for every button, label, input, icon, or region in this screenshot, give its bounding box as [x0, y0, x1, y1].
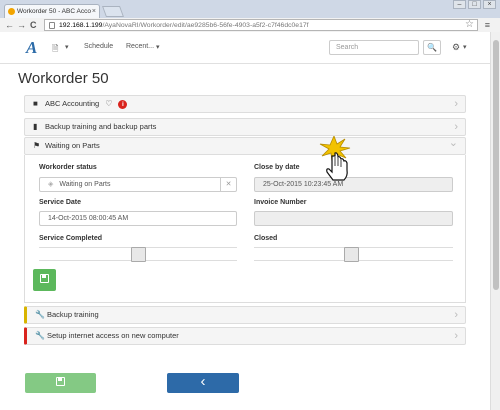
save-disk-icon [56, 377, 65, 386]
forward-arrow-icon[interactable]: → [17, 20, 26, 30]
app-logo[interactable]: A [26, 38, 37, 58]
page-content: A 🗎 ▾ Schedule Recent... ▾ Search 🔍 ⚙ ▾ … [0, 32, 490, 410]
nav-schedule[interactable]: Schedule [84, 43, 113, 50]
panel-summary[interactable]: ▮ Backup training and backup parts › [24, 118, 466, 136]
back-button[interactable]: ‹ [167, 373, 239, 393]
client-label: ABC Accounting [45, 99, 100, 108]
scrollbar-thumb[interactable] [493, 40, 499, 290]
closed-label: Closed [254, 235, 278, 242]
status-panel-body: Workorder status ◈ Waiting on Parts ✕ Clo… [24, 155, 466, 303]
service-date-label: Service Date [39, 199, 82, 206]
save-disk-icon [40, 274, 49, 283]
status-label: Waiting on Parts [45, 141, 100, 150]
back-arrow-icon[interactable]: ← [5, 20, 14, 30]
workorder-status-select[interactable]: ◈ Waiting on Parts ✕ [39, 177, 237, 192]
settings-caret-icon[interactable]: ▾ [463, 43, 467, 51]
new-menu-caret-icon[interactable]: ▾ [65, 43, 69, 51]
invoice-number-label: Invoice Number [254, 199, 307, 206]
handshake-icon: ♡ [105, 99, 113, 108]
chevron-down-icon[interactable]: ⌄ [449, 135, 458, 151]
new-tab-button[interactable] [101, 6, 125, 17]
clear-status-icon[interactable]: ✕ [220, 178, 236, 191]
wrench-icon: 🔧 [35, 331, 45, 340]
page-scrollbar[interactable] [490, 32, 500, 410]
book-icon: ▮ [33, 122, 38, 131]
minimize-icon[interactable]: – [453, 0, 466, 9]
hand-cursor-icon [319, 136, 351, 181]
browser-chrome: Workorder 50 - ABC Acco × – □ × ← → C 19… [0, 0, 500, 32]
address-bar[interactable]: 192.168.1.199/AyaNovaRI/Workorder/edit/a… [44, 19, 478, 31]
status-select-icon: ◈ [48, 181, 54, 188]
wrench-icon: 🔧 [35, 310, 45, 319]
page-title: Workorder 50 [18, 70, 109, 87]
save-status-button[interactable] [33, 269, 56, 291]
new-document-icon[interactable]: 🗎 [52, 43, 58, 57]
tab-title: Workorder 50 - ABC Acco [17, 8, 91, 15]
nav-recent[interactable]: Recent... [126, 43, 154, 50]
invoice-number-field[interactable] [254, 211, 453, 226]
workorder-status-value: Waiting on Parts [59, 181, 111, 188]
summary-label: Backup training and backup parts [45, 122, 157, 131]
app-navbar: A 🗎 ▾ Schedule Recent... ▾ Search 🔍 ⚙ ▾ [0, 32, 490, 64]
search-input[interactable]: Search [329, 40, 419, 55]
window-controls: – □ × [453, 0, 496, 9]
favicon-icon [8, 8, 15, 15]
closed-knob[interactable] [344, 247, 359, 262]
browser-tab[interactable]: Workorder 50 - ABC Acco × [4, 4, 100, 18]
chevron-right-icon[interactable]: › [454, 328, 458, 344]
tab-close-icon[interactable]: × [92, 5, 96, 18]
alert-info-icon[interactable]: i [118, 99, 128, 109]
maximize-icon[interactable]: □ [468, 0, 481, 9]
flag-icon: ⚑ [33, 141, 41, 150]
panel-status[interactable]: ⚑ Waiting on Parts ⌄ [24, 137, 466, 155]
chevron-right-icon[interactable]: › [454, 119, 458, 135]
browser-menu-icon[interactable]: ≡ [485, 20, 490, 30]
panel-item-backup-training[interactable]: 🔧 Backup training › [24, 306, 466, 324]
service-completed-label: Service Completed [39, 235, 103, 242]
url-host: 192.168.1.199 [59, 22, 103, 29]
workorder-status-label: Workorder status [39, 164, 97, 171]
bookmark-star-icon[interactable]: ☆ [465, 19, 474, 30]
browser-toolbar: ← → C 192.168.1.199/AyaNovaRI/Workorder/… [0, 18, 500, 32]
item2-label: Setup internet access on new computer [47, 331, 179, 340]
chevron-right-icon[interactable]: › [454, 307, 458, 323]
reload-icon[interactable]: C [30, 20, 37, 30]
chevron-left-icon: ‹ [200, 373, 206, 390]
close-by-date-label: Close by date [254, 164, 300, 171]
panel-item-internet-setup[interactable]: 🔧 Setup internet access on new computer › [24, 327, 466, 345]
service-date-field[interactable]: 14-Oct-2015 08:00:45 AM [39, 211, 237, 226]
url-path: /AyaNovaRI/Workorder/edit/ae9285b6-56fe-… [102, 22, 309, 29]
search-icon[interactable]: 🔍 [423, 40, 441, 55]
chevron-right-icon[interactable]: › [454, 96, 458, 112]
recent-caret-icon[interactable]: ▾ [156, 43, 160, 51]
service-completed-knob[interactable] [131, 247, 146, 262]
panel-client[interactable]: ■ ABC Accounting ♡ i › [24, 95, 466, 113]
closed-toggle[interactable] [254, 247, 453, 262]
service-completed-toggle[interactable] [39, 247, 237, 262]
settings-gear-icon[interactable]: ⚙ [452, 42, 460, 53]
page-info-icon[interactable] [49, 22, 55, 29]
save-workorder-button[interactable] [25, 373, 96, 393]
building-icon: ■ [33, 99, 38, 108]
item1-label: Backup training [47, 310, 99, 319]
close-window-icon[interactable]: × [483, 0, 496, 9]
